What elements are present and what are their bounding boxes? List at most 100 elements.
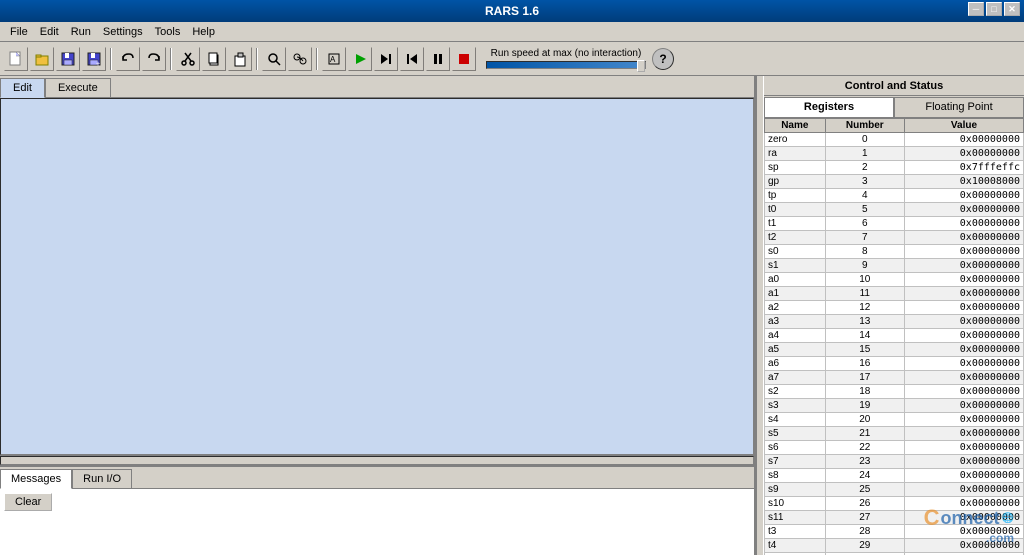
table-row[interactable]: t3 28 0x00000000 (765, 525, 1024, 539)
undo-button[interactable] (116, 47, 140, 71)
menu-tools[interactable]: Tools (149, 24, 187, 40)
table-row[interactable]: sp 2 0x7fffeffc (765, 161, 1024, 175)
scrollbar-track[interactable] (0, 456, 754, 465)
editor-content[interactable] (0, 98, 754, 455)
registers-tab[interactable]: Registers (764, 97, 894, 117)
reg-number: 1 (825, 147, 904, 161)
minimize-button[interactable]: ─ (968, 2, 984, 16)
separator-4 (316, 48, 318, 70)
tab-messages[interactable]: Messages (0, 469, 72, 489)
table-row[interactable]: s1 9 0x00000000 (765, 259, 1024, 273)
backstep-button[interactable] (400, 47, 424, 71)
tab-run-io[interactable]: Run I/O (72, 469, 132, 488)
floating-point-tab[interactable]: Floating Point (894, 97, 1024, 117)
tab-edit[interactable]: Edit (0, 78, 45, 98)
speed-thumb (637, 60, 645, 72)
reg-value: 0x00000000 (904, 217, 1023, 231)
table-row[interactable]: s8 24 0x00000000 (765, 469, 1024, 483)
reg-value: 0x00000000 (904, 273, 1023, 287)
reg-number: 27 (825, 511, 904, 525)
save-as-button[interactable]: + (82, 47, 106, 71)
table-row[interactable]: ra 1 0x00000000 (765, 147, 1024, 161)
editor-scrollbar[interactable] (0, 455, 754, 465)
table-row[interactable]: a5 15 0x00000000 (765, 343, 1024, 357)
reg-value: 0x00000000 (904, 413, 1023, 427)
table-row[interactable]: s7 23 0x00000000 (765, 455, 1024, 469)
reg-number: 13 (825, 315, 904, 329)
menu-settings[interactable]: Settings (97, 24, 149, 40)
table-row[interactable]: s6 22 0x00000000 (765, 441, 1024, 455)
step-button[interactable] (374, 47, 398, 71)
redo-button[interactable] (142, 47, 166, 71)
col-number: Number (825, 119, 904, 133)
save-button[interactable] (56, 47, 80, 71)
assemble-button[interactable]: A (322, 47, 346, 71)
bottom-panel: Messages Run I/O Clear (0, 465, 754, 555)
reg-value: 0x00000000 (904, 441, 1023, 455)
table-row[interactable]: zero 0 0x00000000 (765, 133, 1024, 147)
pause-button[interactable] (426, 47, 450, 71)
reg-number: 6 (825, 217, 904, 231)
table-row[interactable]: a4 14 0x00000000 (765, 329, 1024, 343)
find-button[interactable] (262, 47, 286, 71)
reg-name: s9 (765, 483, 826, 497)
tab-execute[interactable]: Execute (45, 78, 111, 97)
reg-number: 8 (825, 245, 904, 259)
reg-value: 0x00000000 (904, 189, 1023, 203)
reg-name: sp (765, 161, 826, 175)
menu-file[interactable]: File (4, 24, 34, 40)
panel-divider[interactable] (756, 76, 764, 555)
bottom-content: Clear (0, 489, 754, 555)
table-row[interactable]: s10 26 0x00000000 (765, 497, 1024, 511)
menu-run[interactable]: Run (65, 24, 97, 40)
clear-button[interactable]: Clear (4, 493, 52, 511)
reg-number: 17 (825, 371, 904, 385)
table-row[interactable]: tp 4 0x00000000 (765, 189, 1024, 203)
open-button[interactable] (30, 47, 54, 71)
table-row[interactable]: t0 5 0x00000000 (765, 203, 1024, 217)
table-row[interactable]: t4 29 0x00000000 (765, 539, 1024, 553)
reg-value: 0x00000000 (904, 469, 1023, 483)
run-button[interactable] (348, 47, 372, 71)
new-button[interactable] (4, 47, 28, 71)
speed-slider[interactable] (486, 61, 646, 69)
menu-help[interactable]: Help (186, 24, 221, 40)
copy-button[interactable] (202, 47, 226, 71)
reg-value: 0x00000000 (904, 343, 1023, 357)
table-row[interactable]: gp 3 0x10008000 (765, 175, 1024, 189)
table-row[interactable]: a2 12 0x00000000 (765, 301, 1024, 315)
table-row[interactable]: a6 16 0x00000000 (765, 357, 1024, 371)
table-row[interactable]: s9 25 0x00000000 (765, 483, 1024, 497)
menu-edit[interactable]: Edit (34, 24, 65, 40)
reg-value: 0x00000000 (904, 511, 1023, 525)
reg-value: 0x00000000 (904, 399, 1023, 413)
app-title: RARS 1.6 (485, 4, 539, 18)
table-row[interactable]: a3 13 0x00000000 (765, 315, 1024, 329)
reg-number: 26 (825, 497, 904, 511)
cut-button[interactable] (176, 47, 200, 71)
reg-number: 25 (825, 483, 904, 497)
table-row[interactable]: a7 17 0x00000000 (765, 371, 1024, 385)
speed-fill (487, 62, 645, 68)
stop-button[interactable] (452, 47, 476, 71)
table-row[interactable]: s2 18 0x00000000 (765, 385, 1024, 399)
table-row[interactable]: s0 8 0x00000000 (765, 245, 1024, 259)
table-row[interactable]: t1 6 0x00000000 (765, 217, 1024, 231)
help-button[interactable]: ? (652, 48, 674, 70)
close-button[interactable]: ✕ (1004, 2, 1020, 16)
replace-button[interactable] (288, 47, 312, 71)
paste-button[interactable] (228, 47, 252, 71)
reg-value: 0x00000000 (904, 497, 1023, 511)
right-panel: Control and Status Registers Floating Po… (764, 76, 1024, 555)
table-row[interactable]: s5 21 0x00000000 (765, 427, 1024, 441)
reg-value: 0x00000000 (904, 259, 1023, 273)
maximize-button[interactable]: □ (986, 2, 1002, 16)
table-row[interactable]: s3 19 0x00000000 (765, 399, 1024, 413)
table-row[interactable]: a1 11 0x00000000 (765, 287, 1024, 301)
table-row[interactable]: t2 7 0x00000000 (765, 231, 1024, 245)
reg-name: s2 (765, 385, 826, 399)
table-row[interactable]: a0 10 0x00000000 (765, 273, 1024, 287)
table-row[interactable]: s4 20 0x00000000 (765, 413, 1024, 427)
table-row[interactable]: s11 27 0x00000000 (765, 511, 1024, 525)
title-bar: RARS 1.6 ─ □ ✕ (0, 0, 1024, 22)
